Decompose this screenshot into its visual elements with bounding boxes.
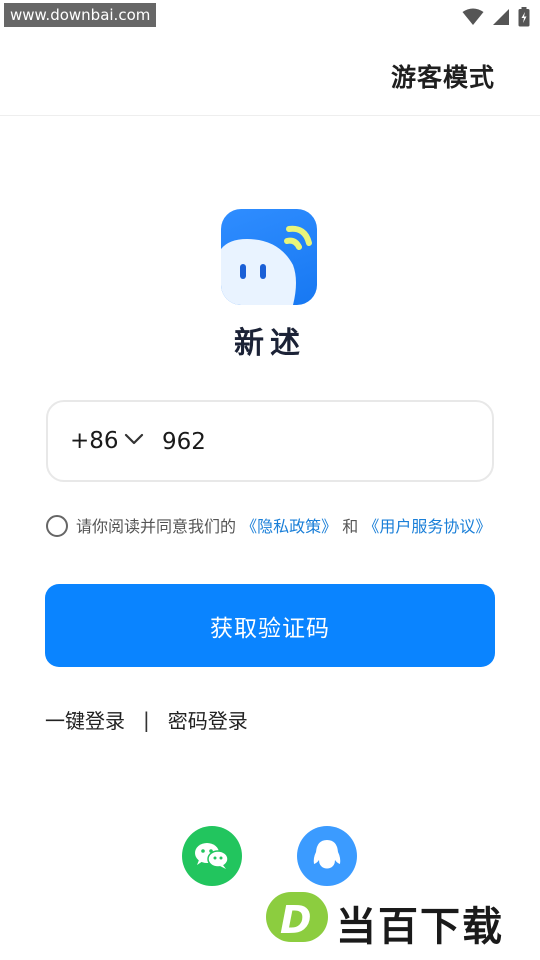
phone-input[interactable] (162, 418, 472, 466)
qq-icon (313, 840, 341, 869)
qq-login-button[interactable] (297, 826, 357, 886)
one-click-login-link[interactable]: 一键登录 (45, 705, 125, 734)
login-divider: | (143, 707, 150, 732)
watermark-badge: D (266, 892, 328, 942)
country-code-selector[interactable]: +86 (70, 428, 119, 454)
watermark-badge-letter: D (280, 898, 312, 942)
password-login-link[interactable]: 密码登录 (168, 705, 248, 734)
terms-of-service-link[interactable]: 《用户服务协议》 (363, 517, 491, 536)
agreement-text: 请你阅读并同意我们的 《隐私政策》 和 《用户服务协议》 (76, 514, 496, 540)
app-name: 新述 (234, 326, 306, 361)
privacy-policy-link[interactable]: 《隐私政策》 (241, 517, 337, 536)
battery-icon (518, 7, 530, 27)
wifi-icon (462, 8, 484, 25)
agreement-prefix: 请你阅读并同意我们的 (76, 517, 237, 536)
wechat-icon (195, 843, 229, 869)
agreement-checkbox[interactable] (46, 515, 68, 537)
agreement-and: 和 (342, 517, 359, 536)
app-logo (221, 209, 317, 305)
login-screen: www.downbai.com 游客模式 新述 +86 962 请你阅读并同意我… (0, 0, 540, 960)
site-watermark: www.downbai.com (4, 3, 157, 27)
signal-icon (493, 9, 509, 25)
app-logo-icon (221, 225, 312, 305)
status-icons (462, 7, 530, 27)
phone-field: +86 (46, 400, 494, 482)
wechat-login-button[interactable] (182, 826, 242, 886)
site-watermark-logo: D 当百下载 (266, 890, 538, 950)
alt-login-options: 一键登录 | 密码登录 (45, 705, 248, 734)
chevron-down-icon[interactable] (124, 433, 144, 445)
status-bar: www.downbai.com (0, 0, 540, 32)
guest-mode-button[interactable]: 游客模式 (391, 58, 495, 94)
watermark-text: 当百下载 (336, 904, 504, 950)
header: 游客模式 (0, 32, 540, 116)
get-verification-code-button[interactable]: 获取验证码 (45, 584, 495, 667)
